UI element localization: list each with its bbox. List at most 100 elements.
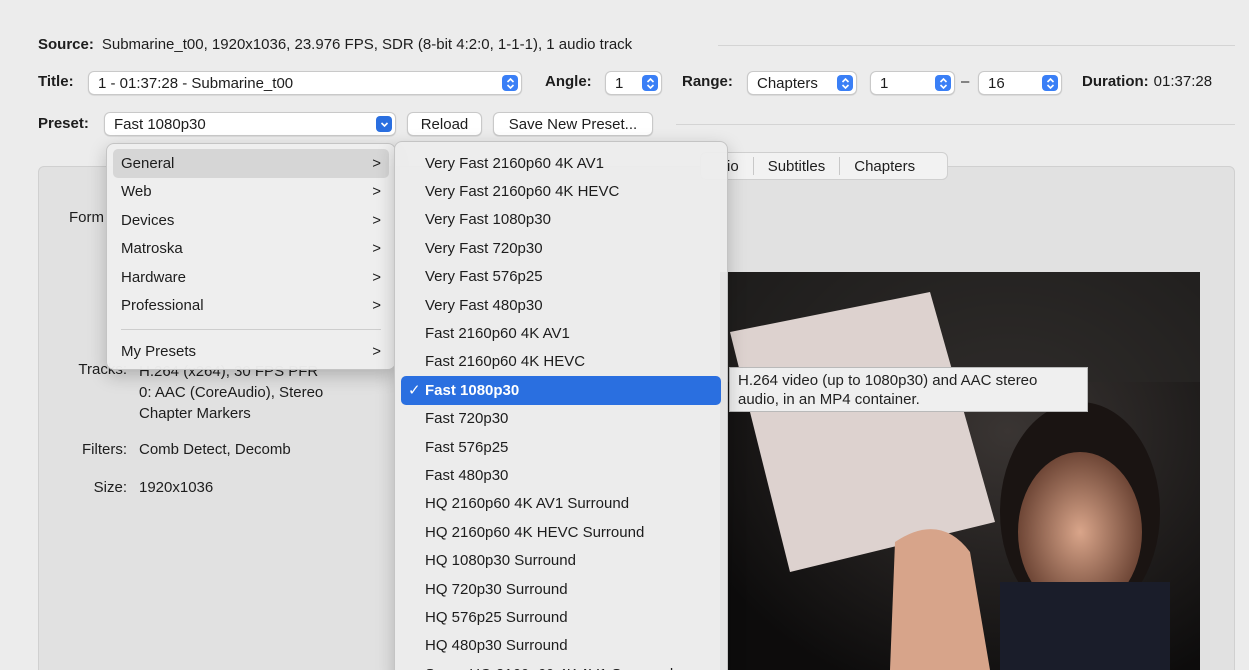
chevron-right-icon: > <box>372 240 381 258</box>
preset-menu-item[interactable]: HQ 1080p30 Surround <box>401 546 721 574</box>
preset-menu-item[interactable]: Very Fast 2160p60 4K AV1 <box>401 149 721 177</box>
stepper-icon <box>935 75 951 91</box>
preset-menu-item[interactable]: Super HQ 2160p60 4K AV1 Surround <box>401 660 721 670</box>
preset-menu-item-label: Very Fast 576p25 <box>425 268 543 286</box>
duration: Duration: 01:37:28 <box>1082 73 1212 90</box>
menu-item-label: Matroska <box>121 240 183 258</box>
preset-menu-item-label: Very Fast 720p30 <box>425 239 543 257</box>
preset-label: Preset: <box>38 115 89 132</box>
preset-menu-item-label: Very Fast 1080p30 <box>425 211 551 229</box>
title-value: 1 - 01:37:28 - Submarine_t00 <box>98 74 294 92</box>
menu-item-my-presets[interactable]: My Presets > <box>113 337 389 366</box>
angle-popup[interactable]: 1 <box>605 71 662 95</box>
preset-menu-item-label: Very Fast 2160p60 4K AV1 <box>425 154 605 172</box>
chevron-right-icon: > <box>372 342 381 360</box>
tab-chapters[interactable]: Chapters <box>839 157 929 175</box>
stepper-icon <box>642 75 658 91</box>
menu-item-professional[interactable]: Professional > <box>113 292 389 321</box>
preset-category-menu: General > Web > Devices > Matroska > Har… <box>106 143 396 370</box>
tracks-line: 0: AAC (CoreAudio), Stereo <box>139 384 324 401</box>
preview-image <box>720 272 1200 670</box>
filters-label: Filters: <box>82 441 127 458</box>
preset-menu-item[interactable]: HQ 2160p60 4K HEVC Surround <box>401 518 721 546</box>
range-end-value: 16 <box>988 74 1005 92</box>
reload-label: Reload <box>420 115 469 133</box>
preset-submenu: Very Fast 2160p60 4K AV1 Very Fast 2160p6… <box>394 141 728 670</box>
preset-menu-item[interactable]: ✓ Fast 1080p30 <box>401 376 721 405</box>
range-label: Range: <box>682 73 733 90</box>
preset-menu-item-label: HQ 480p30 Surround <box>425 637 568 655</box>
range-end-popup[interactable]: 16 <box>978 71 1062 95</box>
duration-value: 01:37:28 <box>1153 73 1213 90</box>
stepper-icon <box>502 75 518 91</box>
preset-menu-item-label: HQ 576p25 Surround <box>425 608 568 626</box>
menu-item-general[interactable]: General > <box>113 149 389 178</box>
preset-menu-item-label: Very Fast 2160p60 4K HEVC <box>425 183 620 201</box>
stepper-icon <box>1042 75 1058 91</box>
menu-item-label: My Presets <box>121 342 197 360</box>
preset-menu-item[interactable]: HQ 2160p60 4K AV1 Surround <box>401 490 721 518</box>
preset-menu-item[interactable]: HQ 480p30 Surround <box>401 632 721 660</box>
preset-menu-item-label: Fast 2160p60 4K AV1 <box>425 325 570 343</box>
source-row: Source: Submarine_t00, 1920x1036, 23.976… <box>38 36 632 53</box>
save-new-preset-button[interactable]: Save New Preset... <box>493 112 653 136</box>
menu-item-label: General <box>121 154 175 172</box>
angle-value: 1 <box>615 74 624 92</box>
preset-menu-item[interactable]: Very Fast 576p25 <box>401 263 721 291</box>
preset-menu-item-label: HQ 720p30 Surround <box>425 580 568 598</box>
preset-menu-item[interactable]: Fast 576p25 <box>401 433 721 461</box>
tab-subtitles[interactable]: Subtitles <box>752 157 840 175</box>
range-dash: – <box>961 73 970 90</box>
format-label: Form <box>69 209 104 226</box>
angle-label: Angle: <box>545 73 592 90</box>
range-type-popup[interactable]: Chapters <box>747 71 857 95</box>
title-popup[interactable]: 1 - 01:37:28 - Submarine_t00 <box>88 71 522 95</box>
preset-description-tooltip: H.264 video (up to 1080p30) and AAC ster… <box>729 367 1088 412</box>
preset-menu-item-label: Fast 2160p60 4K HEVC <box>425 353 586 371</box>
title-label: Title: <box>38 73 74 90</box>
menu-item-devices[interactable]: Devices > <box>113 206 389 235</box>
preset-menu-item[interactable]: Very Fast 480p30 <box>401 291 721 319</box>
stepper-icon <box>837 75 853 91</box>
preset-menu-item[interactable]: Very Fast 720p30 <box>401 234 721 262</box>
preset-value: Fast 1080p30 <box>114 115 206 133</box>
preset-menu-item[interactable]: Fast 2160p60 4K HEVC <box>401 348 721 376</box>
chevron-right-icon: > <box>372 183 381 201</box>
preset-menu-item[interactable]: Fast 720p30 <box>401 405 721 433</box>
checkmark-icon: ✓ <box>408 382 421 400</box>
reload-button[interactable]: Reload <box>407 112 482 136</box>
menu-item-web[interactable]: Web > <box>113 178 389 207</box>
size-label: Size: <box>93 479 127 496</box>
range-start-value: 1 <box>880 74 889 92</box>
preset-menu-item-label: HQ 2160p60 4K AV1 Surround <box>425 495 630 513</box>
chevron-right-icon: > <box>372 154 381 172</box>
chevron-right-icon: > <box>372 297 381 315</box>
preset-menu-item-label: HQ 2160p60 4K HEVC Surround <box>425 523 645 541</box>
filters-value: Comb Detect, Decomb <box>139 441 291 458</box>
preset-popup[interactable]: Fast 1080p30 <box>104 112 396 136</box>
source-label: Source: <box>38 36 94 53</box>
menu-item-label: Devices <box>121 211 175 229</box>
preset-menu-item[interactable]: HQ 576p25 Surround <box>401 603 721 631</box>
preset-menu-item-label: Fast 1080p30 <box>425 381 520 399</box>
preset-menu-item[interactable]: HQ 720p30 Surround <box>401 575 721 603</box>
menu-item-label: Hardware <box>121 268 187 286</box>
menu-item-label: Web <box>121 183 152 201</box>
preset-menu-item[interactable]: Fast 480p30 <box>401 461 721 489</box>
preset-menu-item-label: Fast 480p30 <box>425 466 509 484</box>
range-start-popup[interactable]: 1 <box>870 71 955 95</box>
menu-item-hardware[interactable]: Hardware > <box>113 263 389 292</box>
preset-menu-item[interactable]: Very Fast 1080p30 <box>401 206 721 234</box>
preset-menu-item[interactable]: Fast 2160p60 4K AV1 <box>401 319 721 347</box>
duration-label: Duration: <box>1082 73 1149 90</box>
menu-item-label: Professional <box>121 297 204 315</box>
divider <box>676 124 1235 125</box>
preset-menu-item-label: Fast 720p30 <box>425 410 509 428</box>
preset-menu-item-label: HQ 1080p30 Surround <box>425 552 576 570</box>
chevron-right-icon: > <box>372 211 381 229</box>
preset-menu-item-label: Fast 576p25 <box>425 438 509 456</box>
preset-menu-item-label: Very Fast 480p30 <box>425 296 543 314</box>
menu-item-matroska[interactable]: Matroska > <box>113 235 389 264</box>
preset-menu-item[interactable]: Very Fast 2160p60 4K HEVC <box>401 177 721 205</box>
tracks-value: H.264 (x264), 30 FPS PFR 0: AAC (CoreAud… <box>139 361 323 424</box>
